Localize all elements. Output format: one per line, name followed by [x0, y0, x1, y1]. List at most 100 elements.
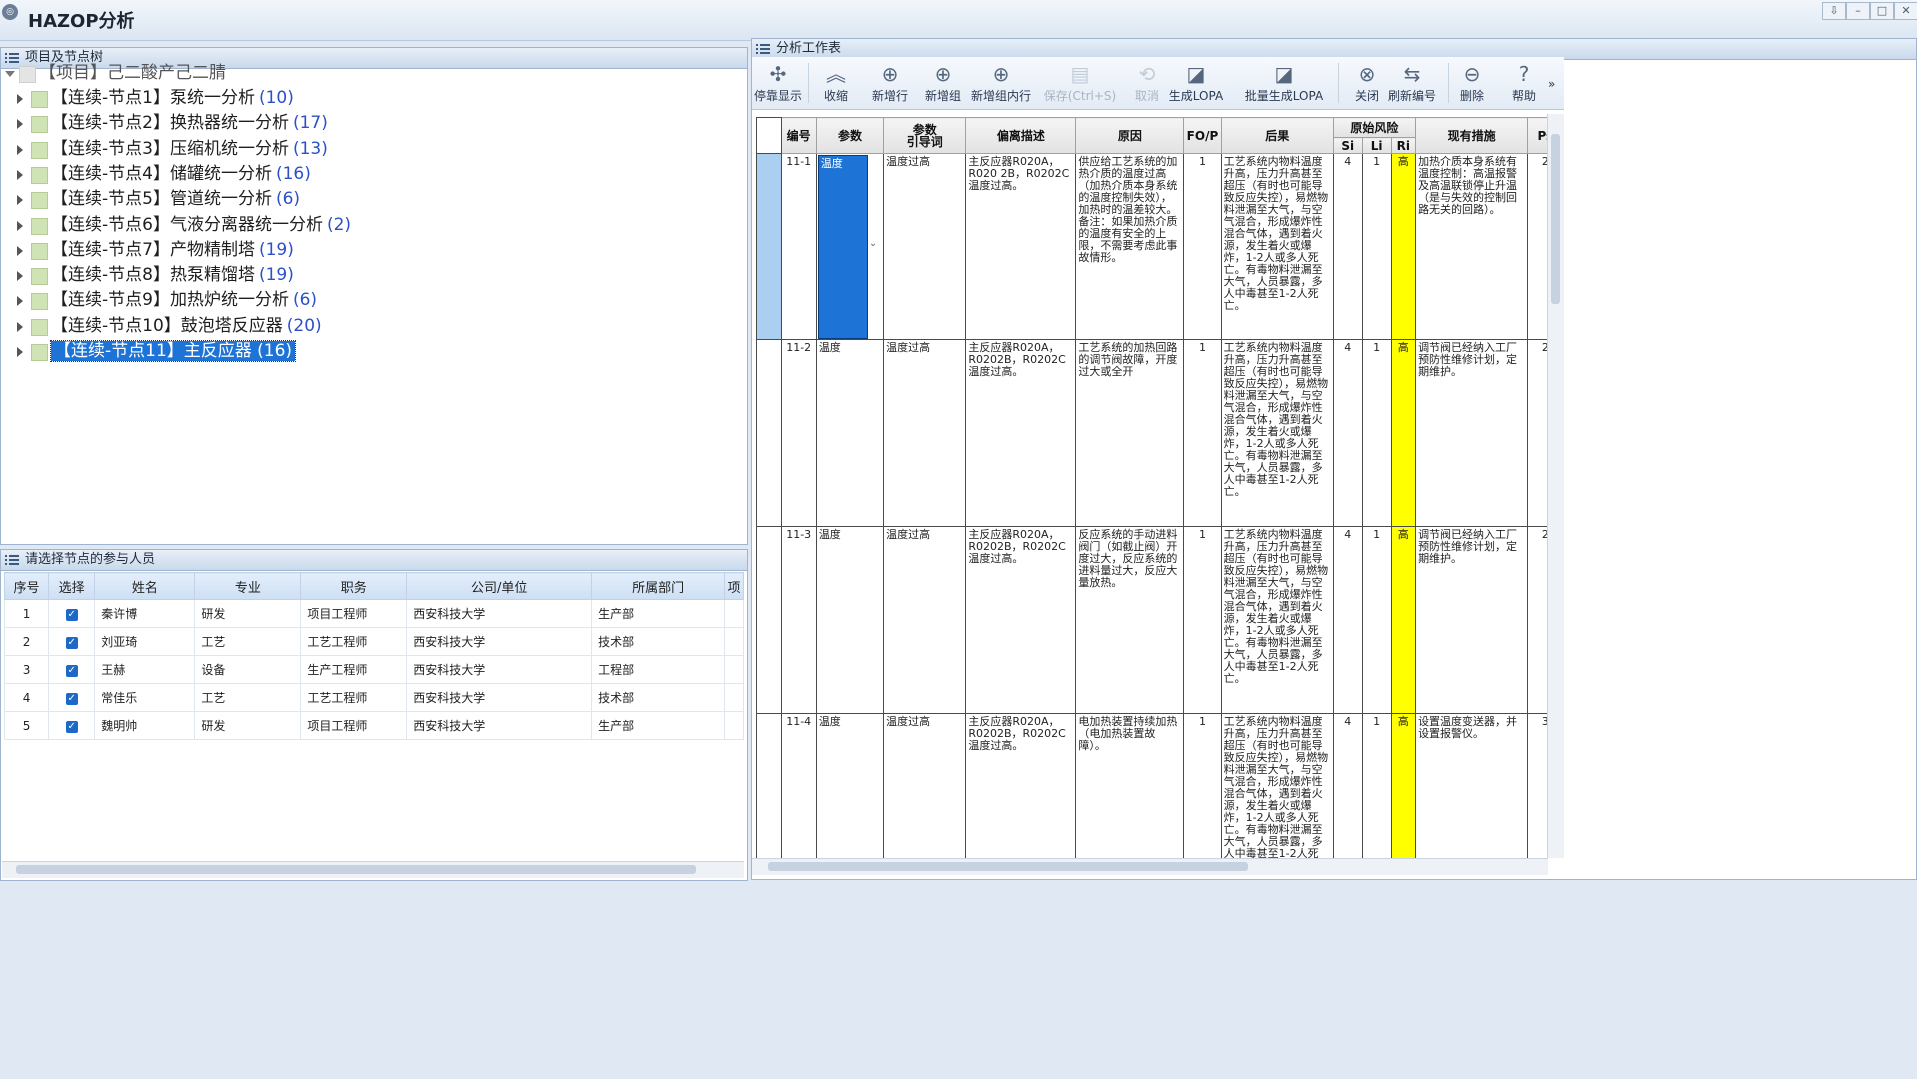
scroll-thumb[interactable]: [16, 865, 696, 874]
row-selector[interactable]: [756, 526, 782, 714]
toolbar-button-add-group[interactable]: ⊕ 新增组: [920, 57, 966, 109]
row-selector[interactable]: [756, 713, 782, 858]
col-header-fop[interactable]: FO/P: [1183, 117, 1222, 154]
cell-li[interactable]: 1: [1361, 339, 1392, 527]
members-col-header[interactable]: 序号: [3, 572, 50, 600]
tree-node[interactable]: 【连续-节点10】鼓泡塔反应器 (20): [1, 314, 741, 339]
col-header-ri[interactable]: Ri: [1390, 137, 1417, 154]
cell-measures[interactable]: 调节阀已经纳入工厂预防性维修计划，定期维护。: [1415, 339, 1529, 527]
toolbar-button-add-group-row[interactable]: ⊕ 新增组内行: [968, 57, 1034, 109]
expand-arrow-icon[interactable]: [5, 71, 15, 77]
toolbar-button-delete[interactable]: ⊖ 删除: [1452, 57, 1492, 109]
cell-measures[interactable]: 加热介质本身系统有温度控制：高温报警及高温联锁停止升温（是与失效的控制回路无关的…: [1415, 153, 1529, 340]
tree-node[interactable]: 【连续-节点9】加热炉统一分析 (6): [1, 288, 741, 313]
col-header-ps[interactable]: Ps: [1527, 117, 1548, 154]
cell-ri[interactable]: 高: [1390, 153, 1417, 340]
cell-cause[interactable]: 工艺系统的加热回路的调节阀故障，开度过大或全开: [1075, 339, 1185, 527]
cell-param[interactable]: 温度: [815, 713, 885, 858]
expand-arrow-icon[interactable]: [17, 220, 23, 231]
cell-si[interactable]: 4: [1332, 339, 1363, 527]
col-header-risk-group[interactable]: 原始风险: [1332, 117, 1417, 138]
close-icon[interactable]: ✕: [1894, 2, 1917, 20]
cell-guide[interactable]: 温度过高: [883, 153, 967, 340]
expand-arrow-icon[interactable]: [17, 169, 23, 180]
tree-node[interactable]: 【连续-节点8】热泵精馏塔 (19): [1, 263, 741, 288]
col-header-si[interactable]: Si: [1332, 137, 1363, 154]
cell-deviation[interactable]: 主反应器R020A，R0202B，R0202C温度过高。: [965, 526, 1077, 714]
row-selector[interactable]: [756, 339, 782, 527]
cell-measures[interactable]: 设置温度变送器，并设置报警仪。: [1415, 713, 1529, 858]
col-header-no[interactable]: 编号: [780, 117, 817, 154]
scroll-thumb[interactable]: [768, 862, 1248, 871]
cell-ps[interactable]: 2: [1527, 153, 1548, 340]
members-col-header[interactable]: 职务: [300, 572, 408, 600]
members-col-header[interactable]: 姓名: [94, 572, 196, 600]
tree-node[interactable]: 【连续-节点7】产物精制塔 (19): [1, 238, 741, 263]
members-col-header[interactable]: 专业: [194, 572, 302, 600]
expand-arrow-icon[interactable]: [17, 94, 23, 104]
tree-node[interactable]: 【连续-节点6】气液分离器统一分析 (2): [1, 213, 741, 238]
chevron-down-icon[interactable]: ⌄: [869, 238, 877, 250]
worksheet-row[interactable]: 11-4 温度 温度过高 主反应器R020A，R0202B，R0202C温度过高。 电加…: [756, 713, 1548, 858]
cell-guide[interactable]: 温度过高: [883, 526, 967, 714]
tree-node[interactable]: 【连续-节点1】泵统一分析 (10): [1, 86, 741, 111]
member-checkbox[interactable]: ✓: [65, 693, 78, 705]
cell-consequence[interactable]: 工艺系统内物料温度升高，压力升高甚至超压（有时也可能导致反应失控），易燃物料泄漏…: [1220, 339, 1334, 527]
cell-li[interactable]: 1: [1361, 153, 1392, 340]
members-col-header[interactable]: 公司/单位: [406, 572, 593, 600]
expand-arrow-icon[interactable]: [17, 296, 23, 307]
tree-node[interactable]: 【连续-节点5】管道统一分析 (6): [1, 187, 741, 212]
members-col-header[interactable]: 所属部门: [591, 572, 726, 600]
cell-param[interactable]: 温度: [815, 339, 885, 527]
tree-node[interactable]: 【连续-节点11】主反应器 (16): [1, 339, 741, 364]
worksheet-row[interactable]: 11-3 温度 温度过高 主反应器R020A，R0202B，R0202C温度过高。 反应…: [756, 526, 1548, 714]
cell-ri[interactable]: 高: [1390, 526, 1417, 714]
cell-no[interactable]: 11-1: [780, 153, 817, 340]
cell-no[interactable]: 11-4: [780, 713, 817, 858]
tree-node[interactable]: 【连续-节点4】储罐统一分析 (16): [1, 162, 741, 187]
expand-arrow-icon[interactable]: [17, 347, 23, 357]
scroll-thumb[interactable]: [1551, 134, 1560, 304]
toolbar-button-batch-lopa[interactable]: ◪ 批量生成LOPA: [1230, 57, 1338, 109]
cell-param[interactable]: 温度: [815, 526, 885, 714]
member-row[interactable]: 4 ✓ 常佳乐 工艺 工艺工程师 西安科技大学 技术部: [3, 683, 744, 712]
members-hscrollbar[interactable]: [2, 861, 744, 878]
cell-ri[interactable]: 高: [1390, 339, 1417, 527]
cell-si[interactable]: 4: [1332, 153, 1363, 340]
members-col-header[interactable]: 项: [724, 572, 744, 600]
cell-consequence[interactable]: 工艺系统内物料温度升高，压力升高甚至超压（有时也可能导致反应失控），易燃物料泄漏…: [1220, 153, 1334, 340]
expand-arrow-icon[interactable]: [17, 321, 23, 332]
cell-guide[interactable]: 温度过高: [883, 713, 967, 858]
cell-li[interactable]: 1: [1361, 526, 1392, 714]
col-header-li[interactable]: Li: [1361, 137, 1392, 154]
cell-si[interactable]: 4: [1332, 526, 1363, 714]
toolbar-button-save[interactable]: ▤ 保存(Ctrl+S): [1038, 57, 1122, 109]
expand-arrow-icon[interactable]: [17, 271, 23, 282]
toolbar-button-close-circle[interactable]: ⊗ 关闭: [1352, 57, 1382, 109]
cell-measures[interactable]: 调节阀已经纳入工厂预防性维修计划，定期维护。: [1415, 526, 1529, 714]
col-header-param[interactable]: 参数: [815, 117, 885, 154]
cell-no[interactable]: 11-3: [780, 526, 817, 714]
cell-deviation[interactable]: 主反应器R020A，R020 2B，R0202C温度过高。: [965, 153, 1077, 340]
cell-fop[interactable]: 1: [1183, 713, 1222, 858]
member-checkbox[interactable]: ✓: [65, 609, 78, 621]
cell-deviation[interactable]: 主反应器R020A，R0202B，R0202C温度过高。: [965, 713, 1077, 858]
minimize-icon[interactable]: –: [1846, 2, 1870, 20]
col-header-guide[interactable]: 参数 引导词: [883, 117, 967, 154]
cell-ps[interactable]: 2: [1527, 526, 1548, 714]
member-row[interactable]: 1 ✓ 秦许博 研发 项目工程师 西安科技大学 生产部: [3, 599, 744, 628]
col-header-cause[interactable]: 原因: [1075, 117, 1185, 154]
member-checkbox[interactable]: ✓: [65, 665, 78, 677]
expand-arrow-icon[interactable]: [17, 245, 23, 256]
cell-fop[interactable]: 1: [1183, 526, 1222, 714]
toolbar-overflow-icon[interactable]: »: [1548, 77, 1555, 91]
cell-cause[interactable]: 供应给工艺系统的加热介质的温度过高（加热介质本身系统的温度控制失效），加热时的温…: [1075, 153, 1185, 340]
members-col-header[interactable]: 选择: [48, 572, 96, 600]
cell-no[interactable]: 11-2: [780, 339, 817, 527]
toolbar-button-undo[interactable]: ⟲ 取消: [1132, 57, 1162, 109]
cell-cause[interactable]: 反应系统的手动进料阀门（如截止阀）开度过大，反应系统的进料量过大，反应大量放热。: [1075, 526, 1185, 714]
cell-fop[interactable]: 1: [1183, 153, 1222, 340]
cell-fop[interactable]: 1: [1183, 339, 1222, 527]
cell-li[interactable]: 1: [1361, 713, 1392, 858]
toolbar-button-collapse[interactable]: ︽ 收缩: [816, 57, 856, 109]
